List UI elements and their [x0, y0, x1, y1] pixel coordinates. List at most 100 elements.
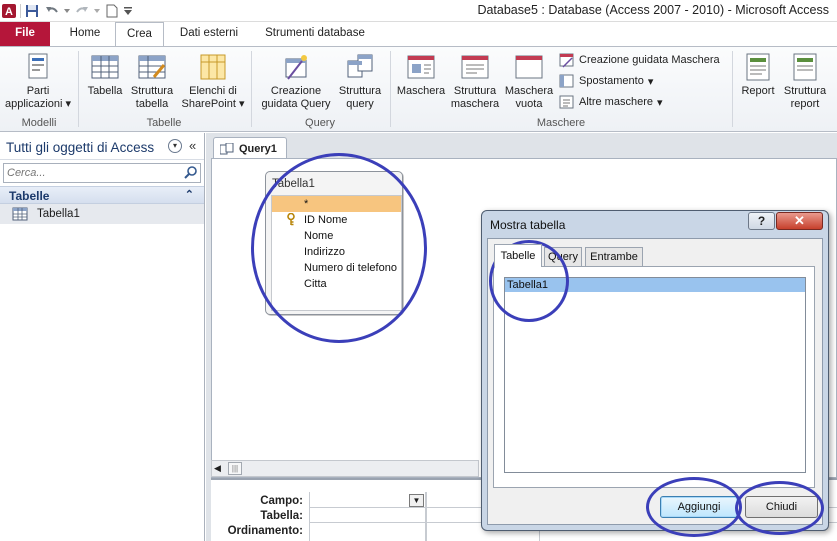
undo-dropdown-icon[interactable]: [63, 2, 71, 20]
field-numero-di-telefono[interactable]: Numero di telefono: [272, 260, 401, 276]
parti-applicazioni-button[interactable]: Parti applicazioni ▾: [2, 51, 74, 110]
button-label: applicazioni ▾: [4, 97, 72, 110]
search-input[interactable]: [4, 164, 174, 182]
creazione-guidata-query-button[interactable]: Creazione guidata Query: [256, 51, 336, 110]
list-item-tabella1[interactable]: Tabella1: [505, 278, 805, 292]
grid-label-campo: Campo:: [260, 495, 303, 507]
nav-group-label: Tabelle: [9, 189, 50, 203]
close-button[interactable]: Chiudi: [745, 496, 818, 518]
tab-home[interactable]: Home: [58, 22, 112, 46]
tab-query[interactable]: Query: [544, 247, 582, 266]
title-bar: A Database5 : Database (Access 2007 - 20…: [0, 0, 837, 22]
button-label: maschera: [450, 97, 500, 110]
close-icon[interactable]: ✕: [776, 212, 823, 230]
grid-label-tabella: Tabella:: [260, 510, 303, 522]
dropdown-arrow-icon[interactable]: ▼: [409, 494, 424, 507]
shutter-collapse-icon[interactable]: «: [189, 138, 196, 153]
horizontal-scrollbar[interactable]: ◀ |||: [211, 460, 479, 477]
maschera-vuota-button[interactable]: Maschera vuota: [503, 51, 555, 110]
button-label: query: [346, 97, 374, 110]
ribbon-tabs: File Home Crea Dati esterni Strumenti da…: [0, 22, 837, 47]
field-all[interactable]: *: [272, 196, 401, 212]
quick-access-toolbar: A: [0, 1, 133, 21]
help-button[interactable]: ?: [748, 212, 775, 230]
field-indirizzo[interactable]: Indirizzo: [272, 244, 401, 260]
field-list: * ID Nome Nome Indirizzo Numero di telef…: [271, 195, 402, 311]
tabella-button[interactable]: Tabella: [84, 51, 126, 98]
report-design-icon: [793, 53, 817, 81]
elenchi-sharepoint-button[interactable]: Elenchi di SharePoint ▾: [178, 51, 248, 110]
nav-group-tabelle[interactable]: Tabelle ⌃: [0, 186, 204, 204]
chevron-down-icon[interactable]: ▾: [168, 139, 182, 153]
tab-entrambe[interactable]: Entrambe: [585, 247, 643, 266]
tab-crea[interactable]: Crea: [115, 22, 164, 47]
report-icon: [746, 53, 770, 81]
field-id-nome[interactable]: ID Nome: [272, 212, 401, 228]
new-document-icon[interactable]: [103, 2, 121, 20]
button-label: Struttura: [453, 85, 497, 97]
redo-icon[interactable]: [73, 2, 91, 20]
button-label: Struttura: [130, 85, 174, 97]
struttura-report-button[interactable]: Struttura report: [780, 51, 830, 110]
dialog-title: Mostra tabella: [490, 218, 566, 232]
tab-strumenti-database[interactable]: Strumenti database: [254, 22, 376, 46]
tab-dati-esterni[interactable]: Dati esterni: [166, 22, 252, 46]
nav-search-box: [3, 163, 201, 183]
save-icon[interactable]: [23, 2, 41, 20]
group-separator: [390, 51, 391, 127]
report-button[interactable]: Report: [736, 51, 780, 98]
nav-item-tabella1[interactable]: Tabella1: [0, 204, 204, 224]
button-label: tabella: [135, 97, 169, 110]
struttura-query-button[interactable]: Struttura query: [336, 51, 384, 110]
chevron-down-icon: ▾: [656, 96, 663, 109]
query-icon: [220, 142, 234, 154]
tab-query1[interactable]: Query1: [213, 137, 287, 159]
grid-column-1[interactable]: ▼: [309, 492, 426, 541]
button-label: Spostamento: [579, 75, 644, 87]
spostamento-button[interactable]: Spostamento ▾: [559, 72, 653, 90]
application-parts-icon: [28, 53, 48, 79]
access-app-icon[interactable]: A: [0, 2, 18, 20]
form-design-icon: [461, 55, 489, 79]
field-label: ID Nome: [304, 214, 348, 226]
field-citta[interactable]: Citta: [272, 276, 401, 292]
field-list-title: Tabella1: [272, 178, 315, 190]
nav-header[interactable]: Tutti gli oggetti di Access ▾ «: [0, 133, 204, 160]
button-label: Report: [741, 85, 775, 97]
table-icon: [91, 55, 119, 79]
creazione-guidata-maschera-button[interactable]: Creazione guidata Maschera: [559, 51, 720, 69]
nav-title: Tutti gli oggetti di Access: [6, 140, 155, 155]
button-label: Tabella: [87, 85, 123, 97]
altre-maschere-button[interactable]: Altre maschere ▾: [559, 93, 663, 111]
struttura-maschera-button[interactable]: Struttura maschera: [449, 51, 501, 110]
group-label-maschere: Maschere: [536, 117, 586, 129]
table-design-icon: [138, 55, 166, 79]
field-nome[interactable]: Nome: [272, 228, 401, 244]
group-label-modelli: Modelli: [21, 117, 57, 129]
button-label: Creazione: [270, 85, 322, 97]
collapse-group-icon[interactable]: ⌃: [185, 188, 194, 201]
dialog-body: Tabelle Query Entrambe Tabella1 Aggiungi…: [487, 238, 823, 525]
qat-separator: [20, 4, 21, 18]
struttura-tabella-button[interactable]: Struttura tabella: [126, 51, 178, 110]
group-separator: [732, 51, 733, 127]
maschera-button[interactable]: Maschera: [394, 51, 448, 98]
search-icon[interactable]: [184, 165, 198, 182]
scroll-thumb[interactable]: |||: [228, 462, 242, 475]
customize-qat-icon[interactable]: [123, 2, 133, 20]
add-button[interactable]: Aggiungi: [660, 496, 738, 518]
field-list-tabella1[interactable]: Tabella1 * ID Nome Nome Indirizzo Numero…: [265, 171, 403, 315]
table-list[interactable]: Tabella1: [504, 277, 806, 473]
group-separator: [78, 51, 79, 127]
tab-file[interactable]: File: [0, 22, 50, 46]
button-label: vuota: [515, 97, 543, 110]
redo-dropdown-icon[interactable]: [93, 2, 101, 20]
undo-icon[interactable]: [43, 2, 61, 20]
group-label-tabelle: Tabelle: [146, 117, 182, 129]
tab-panel: Tabella1: [493, 266, 815, 488]
tab-tabelle[interactable]: Tabelle: [494, 244, 542, 267]
button-label: Struttura: [338, 85, 382, 97]
svg-text:A: A: [5, 6, 13, 18]
button-label: guidata Query: [261, 97, 331, 110]
scroll-left-icon[interactable]: ◀: [214, 463, 221, 474]
